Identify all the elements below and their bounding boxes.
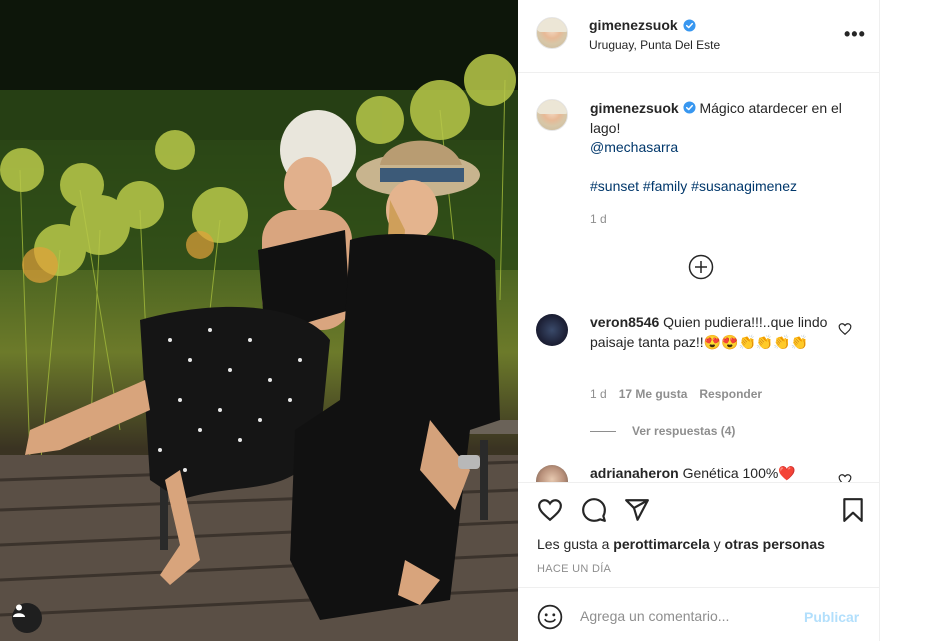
verified-badge-icon <box>683 101 696 114</box>
add-comment-section: Publicar <box>518 587 880 641</box>
post-location[interactable]: Uruguay, Punta Del Este <box>589 38 720 52</box>
caption-text: gimenezsuok Mágico atardecer en el lago!… <box>590 99 860 197</box>
heart-icon[interactable] <box>537 497 563 523</box>
publish-button[interactable]: Publicar <box>804 609 859 625</box>
bookmark-icon[interactable] <box>840 497 866 523</box>
tagged-users-button[interactable] <box>12 603 42 633</box>
view-replies-button[interactable]: Ver respuestas (4) <box>590 424 735 438</box>
comment-likes[interactable]: 17 Me gusta <box>619 387 688 401</box>
paper-plane-icon[interactable] <box>624 497 650 523</box>
likes-middle: y <box>709 536 725 552</box>
caption-avatar[interactable] <box>536 99 568 131</box>
likes-others-link[interactable]: otras personas <box>725 536 825 552</box>
more-options-icon[interactable]: ••• <box>844 25 866 43</box>
comment-text: veron8546 Quien pudiera!!!..que lindo pa… <box>590 313 830 352</box>
post-side-panel: gimenezsuok Uruguay, Punta Del Este ••• … <box>518 0 880 641</box>
caption-hashtags[interactable]: #sunset #family #susanagimenez <box>590 178 797 194</box>
emoji-smile-icon[interactable] <box>537 604 563 630</box>
comment-input[interactable] <box>580 602 790 630</box>
commenter-avatar[interactable] <box>536 314 568 346</box>
verified-badge-icon <box>683 18 696 32</box>
comment-meta: 1 d 17 Me gusta Responder <box>590 387 762 401</box>
likes-user-link[interactable]: perottimarcela <box>613 536 709 552</box>
author-username[interactable]: gimenezsuok <box>589 17 678 33</box>
post-photo[interactable] <box>0 0 518 641</box>
user-icon <box>13 604 25 617</box>
likes-prefix: Les gusta a <box>537 536 614 552</box>
view-replies-label: Ver respuestas (4) <box>632 424 736 438</box>
post-actions: Les gusta a perottimarcela y otras perso… <box>518 482 880 587</box>
comment-reply-button[interactable]: Responder <box>699 387 762 401</box>
author-username-row: gimenezsuok <box>589 17 696 33</box>
post-date[interactable]: HACE UN DÍA <box>537 563 611 575</box>
post-header: gimenezsuok Uruguay, Punta Del Este ••• <box>518 0 880 73</box>
likes-summary: Les gusta a perottimarcela y otras perso… <box>537 536 825 552</box>
caption-time[interactable]: 1 d <box>590 212 607 226</box>
load-more-comments-icon[interactable] <box>688 254 714 280</box>
commenter-username[interactable]: adrianaheron <box>590 465 679 481</box>
caption-mention-link[interactable]: @mechasarra <box>590 139 678 155</box>
comment-like-heart-icon[interactable] <box>838 322 852 336</box>
photo-scene <box>0 0 518 641</box>
comments-scroll-area[interactable]: gimenezsuok Mágico atardecer en el lago!… <box>518 73 880 482</box>
caption-username[interactable]: gimenezsuok <box>590 100 679 116</box>
comment-time[interactable]: 1 d <box>590 387 607 401</box>
commenter-avatar[interactable] <box>536 465 568 482</box>
comment-text: adrianaheron Genética 100%❤️ <box>590 464 830 482</box>
commenter-username[interactable]: veron8546 <box>590 314 659 330</box>
author-avatar[interactable] <box>536 17 568 49</box>
replies-divider <box>590 430 616 432</box>
comment-body: Genética 100%❤️ <box>682 465 796 481</box>
comment-like-heart-icon[interactable] <box>838 473 852 482</box>
comment-icon[interactable] <box>581 497 607 523</box>
